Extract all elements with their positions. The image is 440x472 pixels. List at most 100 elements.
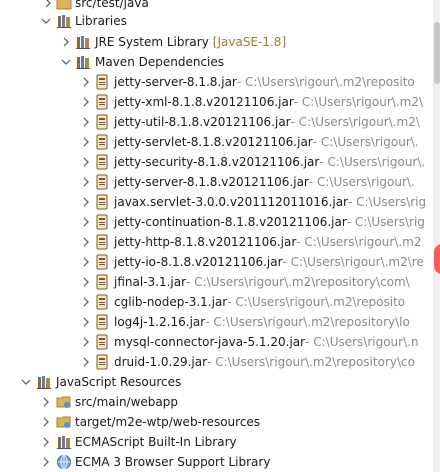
tree-label: src/main/webapp	[75, 395, 178, 409]
chevron-right-icon[interactable]	[80, 76, 92, 88]
jar-icon	[94, 274, 110, 290]
jar-name: jetty-servlet-8.1.8.v20121106.jar	[114, 135, 313, 149]
tree-row-jar[interactable]: jetty-http-8.1.8.v20121106.jar - C:\User…	[0, 232, 440, 252]
tree-row-jar[interactable]: jetty-server-8.1.8.v20121106.jar - C:\Us…	[0, 172, 440, 192]
tree-row-jar[interactable]: javax.servlet-3.0.0.v201112011016.jar - …	[0, 192, 440, 212]
tree-row-jar[interactable]: jetty-server-8.1.8.jar - C:\Users\rigour…	[0, 72, 440, 92]
jar-name: jetty-server-8.1.8.jar	[114, 75, 237, 89]
tree-row-javascript-resources[interactable]: JavaScript Resources	[0, 372, 440, 392]
tree-row-jar[interactable]: jetty-util-8.1.8.v20121106.jar - C:\User…	[0, 112, 440, 132]
tree-label: jetty-io-8.1.8.v20121106.jar - C:\Users\…	[114, 255, 424, 269]
chevron-down-icon[interactable]	[20, 376, 32, 388]
tree-row-jar[interactable]: mysql-connector-java-5.1.20.jar - C:\Use…	[0, 332, 440, 352]
chevron-right-icon[interactable]	[80, 296, 92, 308]
chevron-right-icon[interactable]	[80, 176, 92, 188]
tree-row-jar[interactable]: log4j-1.2.16.jar - C:\Users\rigour\.m2\r…	[0, 312, 440, 332]
tree-row-jar[interactable]: jetty-io-8.1.8.v20121106.jar - C:\Users\…	[0, 252, 440, 272]
chevron-right-icon[interactable]	[60, 36, 72, 48]
jar-name: log4j-1.2.16.jar	[114, 315, 206, 329]
chevron-down-icon[interactable]	[60, 56, 72, 68]
chevron-right-icon[interactable]	[80, 316, 92, 328]
js-resources-icon	[36, 374, 52, 390]
tree-row-jar[interactable]: jetty-xml-8.1.8.v20121106.jar - C:\Users…	[0, 92, 440, 112]
package-folder-icon	[56, 0, 72, 11]
jar-icon	[94, 174, 110, 190]
tree-label: cglib-nodep-3.1.jar - C:\Users\rigour\.m…	[114, 295, 405, 309]
chevron-right-icon[interactable]	[80, 236, 92, 248]
tree-row-ecma3-browser[interactable]: ECMA 3 Browser Support Library	[0, 452, 440, 472]
jar-name: javax.servlet-3.0.0.v201112011016.jar	[114, 195, 348, 209]
chevron-right-icon[interactable]	[40, 396, 52, 408]
globe-icon	[56, 454, 72, 470]
chevron-right-icon[interactable]	[80, 216, 92, 228]
jar-name: jetty-continuation-8.1.8.v20121106.jar	[114, 215, 347, 229]
jre-version-tag: [JavaSE-1.8]	[212, 35, 287, 49]
jar-name: mysql-connector-java-5.1.20.jar	[114, 335, 306, 349]
tree-label: JRE System Library [JavaSE-1.8]	[95, 35, 287, 49]
tree-label: jetty-security-8.1.8.v20121106.jar - C:\…	[114, 155, 425, 169]
tree-row-libraries[interactable]: Libraries	[0, 11, 440, 31]
tree-label: log4j-1.2.16.jar - C:\Users\rigour\.m2\r…	[114, 315, 410, 329]
jar-path: - C:\Users\rigour\.	[308, 175, 415, 189]
chevron-right-icon[interactable]	[40, 416, 52, 428]
jar-name: jetty-util-8.1.8.v20121106.jar	[114, 115, 291, 129]
jar-name: jetty-io-8.1.8.v20121106.jar	[114, 255, 283, 269]
chevron-right-icon[interactable]	[40, 436, 52, 448]
folder-icon	[56, 394, 72, 410]
jar-icon	[94, 314, 110, 330]
tree-row-jar[interactable]: jetty-security-8.1.8.v20121106.jar - C:\…	[0, 152, 440, 172]
tree-label: Libraries	[75, 14, 127, 28]
tree-label: jetty-server-8.1.8.v20121106.jar - C:\Us…	[114, 175, 415, 189]
tree-row-ecmascript-builtin[interactable]: ECMAScript Built-In Library	[0, 432, 440, 452]
tree-row-jre[interactable]: JRE System Library [JavaSE-1.8]	[0, 32, 440, 52]
jar-name: jetty-http-8.1.8.v20121106.jar	[114, 235, 297, 249]
jar-name: jetty-security-8.1.8.v20121106.jar	[114, 155, 320, 169]
jar-path: - C:\Users\rigour\.n	[305, 335, 419, 349]
tree-row-web-resources[interactable]: target/m2e-wtp/web-resources	[0, 412, 440, 432]
jar-icon	[94, 154, 110, 170]
chevron-down-icon[interactable]	[40, 15, 52, 27]
scrollbar-thumb[interactable]	[434, 22, 440, 84]
jar-path: - C:\Users\rigour\.m2\repository\lo	[205, 315, 410, 329]
tree-row-jar[interactable]: jfinal-3.1.jar - C:\Users\rigour\.m2\rep…	[0, 272, 440, 292]
chevron-right-icon[interactable]	[80, 256, 92, 268]
jar-name: cglib-nodep-3.1.jar	[114, 295, 228, 309]
tree-label: Maven Dependencies	[95, 55, 225, 69]
chevron-right-icon[interactable]	[80, 196, 92, 208]
folder-icon	[56, 414, 72, 430]
tree-row-jar[interactable]: druid-1.0.29.jar - C:\Users\rigour\.m2\r…	[0, 352, 440, 372]
jar-path: - C:\Users\rigour\.m2\repository\com\	[186, 275, 410, 289]
jar-name: jfinal-3.1.jar	[114, 275, 187, 289]
jar-icon	[94, 134, 110, 150]
side-tab-indicator[interactable]	[434, 244, 440, 274]
chevron-right-icon[interactable]	[80, 116, 92, 128]
chevron-right-icon[interactable]	[80, 136, 92, 148]
jar-icon	[94, 214, 110, 230]
tree-row-jar[interactable]: jetty-continuation-8.1.8.v20121106.jar -…	[0, 212, 440, 232]
jar-icon	[94, 114, 110, 130]
tree-row-jar[interactable]: jetty-servlet-8.1.8.v20121106.jar - C:\U…	[0, 132, 440, 152]
jar-path: - C:\Users\rigour\.m2	[296, 235, 422, 249]
tree-label: jfinal-3.1.jar - C:\Users\rigour\.m2\rep…	[114, 275, 410, 289]
tree-label: src/test/java	[75, 0, 149, 10]
jar-path: - C:\Users\rigour\.	[312, 135, 419, 149]
tree-row-jar[interactable]: cglib-nodep-3.1.jar - C:\Users\rigour\.m…	[0, 292, 440, 312]
tree-label: jetty-http-8.1.8.v20121106.jar - C:\User…	[114, 235, 421, 249]
jar-name: jetty-xml-8.1.8.v20121106.jar	[114, 95, 294, 109]
jar-icon	[94, 74, 110, 90]
jar-icon	[94, 294, 110, 310]
library-icon	[75, 34, 91, 50]
jar-icon	[94, 354, 110, 370]
chevron-right-icon[interactable]	[80, 336, 92, 348]
chevron-right-icon[interactable]	[80, 96, 92, 108]
chevron-right-icon[interactable]	[42, 0, 54, 9]
tree-row-maven-dependencies[interactable]: Maven Dependencies	[0, 52, 440, 72]
tree-label: jetty-util-8.1.8.v20121106.jar - C:\User…	[114, 115, 420, 129]
chevron-right-icon[interactable]	[40, 456, 52, 468]
chevron-right-icon[interactable]	[80, 356, 92, 368]
chevron-right-icon[interactable]	[80, 276, 92, 288]
project-explorer-tree: src/test/java Libraries JRE System Libra…	[0, 0, 440, 472]
jar-name: druid-1.0.29.jar	[114, 355, 208, 369]
tree-row-src-main-webapp[interactable]: src/main/webapp	[0, 392, 440, 412]
chevron-right-icon[interactable]	[80, 156, 92, 168]
